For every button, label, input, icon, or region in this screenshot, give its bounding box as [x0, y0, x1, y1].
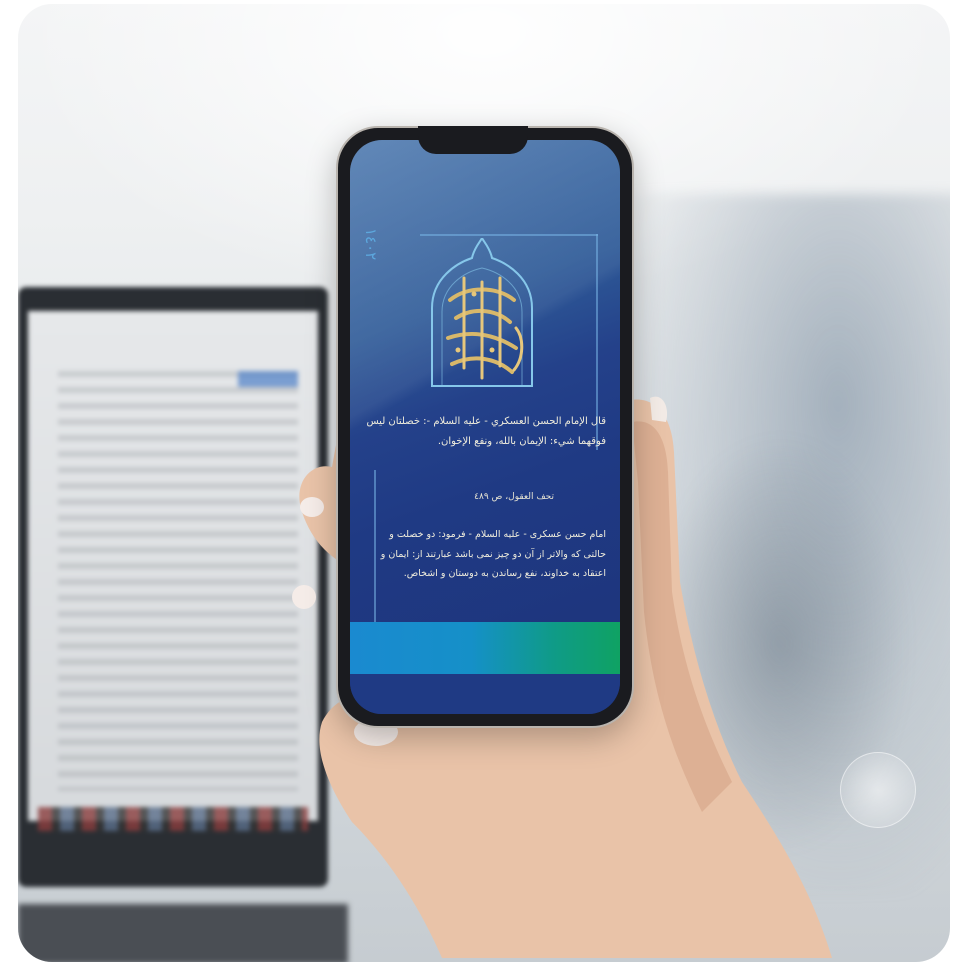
side-year-text: ١٤٠٢: [362, 228, 380, 261]
thumb-nail: [650, 396, 668, 422]
phone-device: ١٤٠٢ قال الإمام الحسن العسكري - عليه الس…: [336, 126, 634, 728]
decorative-frame-top: [420, 234, 598, 236]
laptop-dock: [38, 807, 308, 831]
persian-translation-text: امام حسن عسكری - عليه السلام - فرمود: دو…: [380, 529, 606, 579]
calligraphy-dot-2: [489, 347, 495, 353]
laptop-blue-button: [238, 371, 298, 387]
color-band: [350, 622, 620, 674]
calligraphy-dot-1: [471, 291, 477, 297]
phone-screen: ١٤٠٢ قال الإمام الحسن العسكري - عليه الس…: [350, 140, 620, 714]
laptop-document-lines: [58, 371, 298, 791]
finger-nail-1: [300, 497, 324, 517]
phone-notch: [418, 126, 528, 154]
arabic-hadith-text: قال الإمام الحسن العسكري - عليه السلام -…: [366, 416, 606, 447]
bottom-strip: [350, 674, 620, 714]
finger-nail-2: [292, 585, 316, 609]
bokeh-light: [840, 752, 916, 828]
hadith-source: تحف العقول، ص ٤٨٩: [474, 492, 554, 502]
calligraphy-emblem: [431, 238, 533, 387]
calligraphy-dot-3: [455, 347, 461, 353]
